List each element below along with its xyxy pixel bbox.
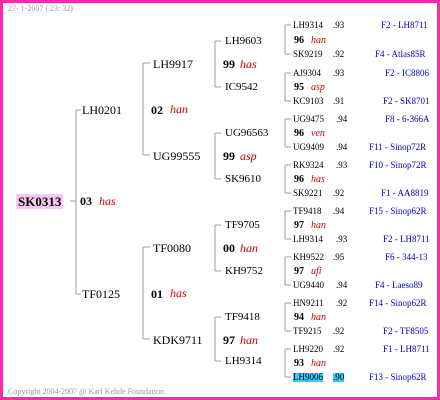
leaf-score: .90 <box>333 372 345 382</box>
leaf-right: F13 - Sinop62R <box>369 372 427 382</box>
leaf-right: F1 - AA8819 <box>381 188 429 198</box>
sire-id[interactable]: LH0201 <box>82 104 122 116</box>
leaf-right: F4 - Atlas85R <box>375 49 426 59</box>
leaf-code: han <box>311 312 326 323</box>
leaf-score: .91 <box>333 96 345 106</box>
gen3-year: 99 <box>223 57 235 71</box>
gen3-id[interactable]: LH9603 <box>225 36 262 47</box>
leaf-score: .93 <box>333 20 345 30</box>
leaf-year: 93 <box>294 358 304 369</box>
leaf-right: F10 - Sinop72R <box>369 160 427 170</box>
leaf-code: han <box>311 358 326 369</box>
leaf-right: F15 - Sinop62R <box>369 206 427 216</box>
leaf-id[interactable]: RK9324 <box>293 161 324 170</box>
leaf-score: .93 <box>336 234 348 244</box>
leaf-year: 97 <box>294 220 304 231</box>
leaf-score: .94 <box>336 114 348 124</box>
leaf-score: .92 <box>333 49 345 59</box>
leaf-score: .94 <box>336 142 348 152</box>
leaf-score: .94 <box>333 206 345 216</box>
leaf-code: asp <box>311 82 325 93</box>
leaf-id[interactable]: UG9409 <box>293 143 324 152</box>
leaf-id[interactable]: TF9418 <box>293 207 322 216</box>
leaf-code: han <box>311 35 326 46</box>
leaf-id[interactable]: UG9475 <box>293 115 324 124</box>
gen3-id[interactable]: UG96563 <box>225 128 268 139</box>
leaf-year: 96 <box>294 174 304 185</box>
leaf-right: F2 - LH8711 <box>381 20 428 30</box>
leaf-right: F2 - TF8505 <box>383 326 429 336</box>
pedigree-lines <box>70 24 291 378</box>
leaf-id[interactable]: KH9522 <box>293 253 324 262</box>
gen3-code: has <box>240 57 257 71</box>
gen3-id[interactable]: TF9418 <box>225 312 260 323</box>
leaf-id[interactable]: LH9220 <box>293 345 323 354</box>
gen2-id[interactable]: UG99555 <box>153 150 200 162</box>
leaf-id[interactable]: KC9103 <box>293 97 324 106</box>
leaf-id-highlighted[interactable]: LH9006 <box>293 373 323 382</box>
leaf-code: ven <box>311 128 325 139</box>
leaf-right: F11 - Sinop72R <box>369 142 427 152</box>
gen3-year: 99 <box>223 149 235 163</box>
dam-year: 01 <box>151 287 163 301</box>
gen2-id[interactable]: LH9917 <box>153 58 193 70</box>
leaf-id[interactable]: SK9221 <box>293 189 323 198</box>
leaf-score: .92 <box>336 298 348 308</box>
date-stamp: 27- 1-2007 ( 23: 32) <box>8 4 73 13</box>
leaf-right: F2 - LH8711 <box>383 234 430 244</box>
leaf-score: .93 <box>333 68 345 78</box>
leaf-id[interactable]: TF9215 <box>293 327 322 336</box>
gen2-id[interactable]: KDK9711 <box>153 334 203 346</box>
root-year: 03 <box>80 194 92 208</box>
gen3-code: han <box>240 333 258 347</box>
sire-code: han <box>170 102 188 116</box>
leaf-id[interactable]: LH9314 <box>293 21 323 30</box>
gen3-id[interactable]: SK9610 <box>225 174 261 185</box>
leaf-right: F1 - LH8711 <box>383 344 430 354</box>
gen3-id[interactable]: KH9752 <box>225 266 263 277</box>
leaf-score: .92 <box>333 326 345 336</box>
leaf-right: F2 - IC8806 <box>385 68 430 78</box>
leaf-year: 94 <box>294 312 304 323</box>
leaf-year: 95 <box>294 82 304 93</box>
leaf-year: 96 <box>294 128 304 139</box>
copyright-text: Copyright 2004-2007 @ Karl Kehde Foundat… <box>8 387 167 396</box>
leaf-id[interactable]: SK9219 <box>293 50 323 59</box>
gen3-year: 97 <box>223 333 235 347</box>
gen3-year: 00 <box>223 241 235 255</box>
leaf-id[interactable]: UG9440 <box>293 281 324 290</box>
leaf-year: 96 <box>294 35 304 46</box>
gen3-id[interactable]: LH9314 <box>225 356 262 367</box>
leaf-right: F8 - 6-366A <box>385 114 430 124</box>
leaf-code: han <box>311 220 326 231</box>
leaf-year: 97 <box>294 266 304 277</box>
leaf-id[interactable]: HN9211 <box>293 299 324 308</box>
leaf-score: .94 <box>336 280 348 290</box>
leaf-right: F14 - Sinop62R <box>369 298 427 308</box>
leaf-score: .92 <box>333 344 345 354</box>
dam-id[interactable]: TF0125 <box>82 288 120 300</box>
gen2-id[interactable]: TF0080 <box>153 242 191 254</box>
root-id[interactable]: SK0313 <box>16 194 64 209</box>
root-code: has <box>99 194 116 208</box>
leaf-right: F2 - SK8701 <box>383 96 430 106</box>
pedigree-frame: 27- 1-2007 ( 23: 32) Copyright 2004-2007… <box>0 0 440 400</box>
leaf-id[interactable]: LH9314 <box>293 235 323 244</box>
leaf-code: ufi <box>311 266 322 277</box>
leaf-right: F6 - 344-13 <box>385 252 428 262</box>
gen3-code: han <box>240 241 258 255</box>
leaf-code: has <box>311 174 325 185</box>
dam-code: has <box>170 286 187 300</box>
sire-year: 02 <box>151 103 163 117</box>
gen3-id[interactable]: IC9542 <box>225 82 258 93</box>
leaf-id[interactable]: AJ9304 <box>293 69 321 78</box>
leaf-score: .93 <box>336 160 348 170</box>
leaf-right: F4 - Laeso89 <box>375 280 423 290</box>
gen3-id[interactable]: TF9705 <box>225 220 260 231</box>
gen3-code: asp <box>240 149 257 163</box>
leaf-score: .92 <box>333 188 345 198</box>
leaf-score: .95 <box>333 252 345 262</box>
